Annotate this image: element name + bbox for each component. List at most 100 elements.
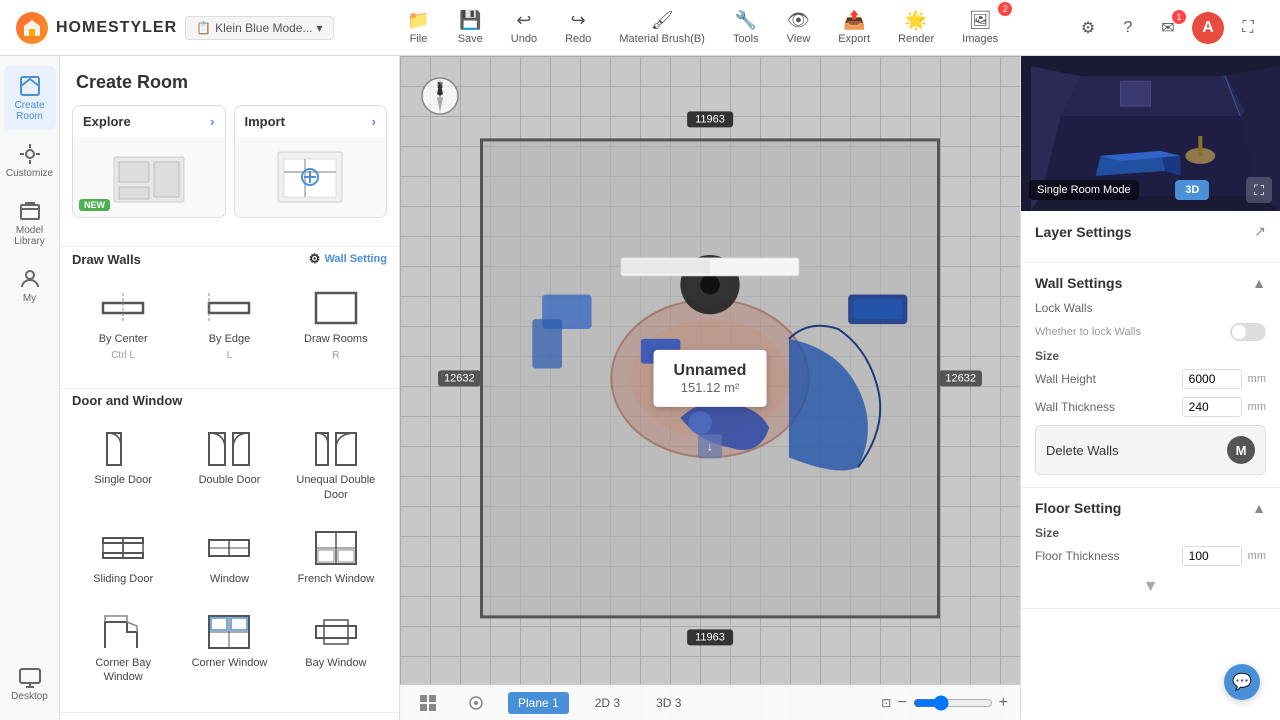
sidebar-item-create-room[interactable]: Create Room <box>4 66 56 130</box>
render-label: Render <box>898 33 934 45</box>
my-icon <box>18 267 42 291</box>
grid-btn[interactable] <box>412 691 444 715</box>
import-card[interactable]: Import › <box>234 105 388 218</box>
zoom-fit-btn[interactable]: ⊡ <box>881 696 891 710</box>
undo-btn[interactable]: ↩Undo <box>499 4 549 51</box>
create-room-label: Create Room <box>8 100 52 122</box>
tools-btn[interactable]: 🔧Tools <box>721 4 771 51</box>
divider-2 <box>60 388 399 389</box>
customize-label: Customize <box>6 168 53 179</box>
preview-expand-btn[interactable]: ⛶ <box>1246 177 1272 203</box>
lock-walls-toggle[interactable] <box>1230 323 1266 341</box>
topbar-right: ⚙ ? ✉1 A ⛶ <box>1056 12 1280 44</box>
wall-height-unit: mm <box>1248 373 1266 385</box>
fullscreen-btn[interactable]: ⛶ <box>1232 12 1264 44</box>
by-center-item[interactable]: By Center Ctrl L <box>72 277 174 372</box>
material-brush-btn[interactable]: 🖌Material Brush(B) <box>607 4 717 51</box>
model-library-label: Model Library <box>8 225 52 247</box>
chat-icon: 💬 <box>1232 672 1252 692</box>
room-container: 11963 11963 12632 12632 <box>480 138 940 618</box>
lock-walls-sub: Whether to lock Walls <box>1035 326 1141 338</box>
explore-card-header: Explore › <box>73 106 225 137</box>
wall-height-input[interactable] <box>1182 369 1242 389</box>
topbar: HOMESTYLER 📋 Klein Blue Mode... ▾ 📁File … <box>0 0 1280 56</box>
snap-btn[interactable] <box>460 691 492 715</box>
mail-badge: 1 <box>1172 10 1186 24</box>
sidebar-item-my[interactable]: My <box>4 259 56 312</box>
undo-label: Undo <box>511 33 537 45</box>
zoom-in-btn[interactable]: + <box>999 694 1008 712</box>
wall-settings-collapse-icon[interactable]: ▲ <box>1252 275 1266 291</box>
french-window-item[interactable]: French Window <box>285 517 387 597</box>
view-icon: 👁 <box>787 10 810 31</box>
unequal-double-door-icon <box>312 429 360 469</box>
desktop-icon <box>18 665 42 689</box>
floor-settings-collapse-icon[interactable]: ▲ <box>1252 500 1266 516</box>
room-handle-icon[interactable]: ↓ <box>698 434 722 458</box>
draw-rooms-item[interactable]: Draw Rooms R <box>285 277 387 372</box>
corner-window-item[interactable]: Corner Window <box>178 601 280 696</box>
room-size: 151.12 m² <box>674 380 747 395</box>
by-edge-item[interactable]: By Edge L <box>178 277 280 372</box>
save-btn[interactable]: 💾Save <box>446 4 495 51</box>
floor-thickness-input[interactable] <box>1182 546 1242 566</box>
window-item[interactable]: Window <box>178 517 280 597</box>
toggle-knob <box>1232 325 1246 339</box>
zoom-control: ⊡ − + <box>881 694 1008 712</box>
french-window-icon <box>312 528 360 568</box>
single-door-label: Single Door <box>94 473 151 487</box>
scroll-down-btn[interactable]: ▼ <box>1035 578 1266 596</box>
double-door-label: Double Door <box>199 473 261 487</box>
help-btn[interactable]: ? <box>1112 12 1144 44</box>
sliding-door-item[interactable]: Sliding Door <box>72 517 174 597</box>
3d-view-btn[interactable]: 3D <box>1175 180 1209 200</box>
settings-btn[interactable]: ⚙ <box>1072 12 1104 44</box>
layer-settings-expand-icon[interactable]: ↗ <box>1254 223 1266 240</box>
draw-walls-grid: By Center Ctrl L By Edge L <box>72 277 387 372</box>
canvas-area[interactable]: N 11963 11963 12632 12632 <box>400 56 1020 720</box>
plane-1-tab[interactable]: Plane 1 <box>508 692 569 714</box>
left-icon-sidebar: Create Room Customize Model Library My D… <box>0 56 60 720</box>
zoom-out-btn[interactable]: − <box>897 694 906 712</box>
corner-window-label: Corner Window <box>192 656 268 670</box>
wall-thickness-label: Wall Thickness <box>1035 400 1115 414</box>
double-door-item[interactable]: Double Door <box>178 418 280 513</box>
sidebar-item-model-library[interactable]: Model Library <box>4 191 56 255</box>
tools-icon: 🔧 <box>735 10 757 31</box>
unequal-double-door-item[interactable]: Unequal Double Door <box>285 418 387 513</box>
mail-btn[interactable]: ✉1 <box>1152 12 1184 44</box>
svg-text:N: N <box>437 81 443 90</box>
redo-btn[interactable]: ↪Redo <box>553 4 603 51</box>
dim-right: 12632 <box>939 370 982 386</box>
door-window-grid: Single Door Double Door Uneq <box>72 418 387 695</box>
wall-thickness-input[interactable] <box>1182 397 1242 417</box>
file-btn[interactable]: 📁File <box>395 4 441 51</box>
door-window-section: Door and Window Single Door <box>60 393 399 707</box>
wall-setting-btn[interactable]: ⚙ Wall Setting <box>309 251 387 267</box>
corner-window-icon <box>205 612 253 652</box>
explore-card[interactable]: Explore › NEW <box>72 105 226 218</box>
sidebar-item-customize[interactable]: Customize <box>4 134 56 187</box>
sidebar-item-desktop[interactable]: Desktop <box>4 657 56 710</box>
project-name-btn[interactable]: 📋 Klein Blue Mode... ▾ <box>185 16 333 40</box>
corner-bay-window-item[interactable]: Corner Bay Window <box>72 601 174 696</box>
explore-template-illustration <box>109 147 189 207</box>
zoom-slider[interactable] <box>913 695 993 711</box>
mode-selector-btn[interactable]: Single Room Mode <box>1029 180 1139 200</box>
cards-row: Explore › NEW <box>72 105 387 218</box>
single-door-item[interactable]: Single Door <box>72 418 174 513</box>
delete-walls-btn[interactable]: Delete Walls M <box>1035 425 1266 475</box>
3d-tab[interactable]: 3D 3 <box>646 692 691 714</box>
images-btn[interactable]: 🖼Images2 <box>950 4 1010 51</box>
export-btn[interactable]: 📤Export <box>826 4 882 51</box>
view-btn[interactable]: 👁View <box>775 4 823 51</box>
bay-window-item[interactable]: Bay Window <box>285 601 387 696</box>
layer-settings-section: Layer Settings ↗ <box>1021 211 1280 263</box>
2d-tab[interactable]: 2D 3 <box>585 692 630 714</box>
desktop-label: Desktop <box>11 691 48 702</box>
render-btn[interactable]: 🌟Render <box>886 4 946 51</box>
user-avatar[interactable]: A <box>1192 12 1224 44</box>
floor-settings-title: Floor Setting <box>1035 500 1121 516</box>
dim-top: 11963 <box>687 111 733 127</box>
support-chat-btn[interactable]: 💬 <box>1224 664 1260 700</box>
